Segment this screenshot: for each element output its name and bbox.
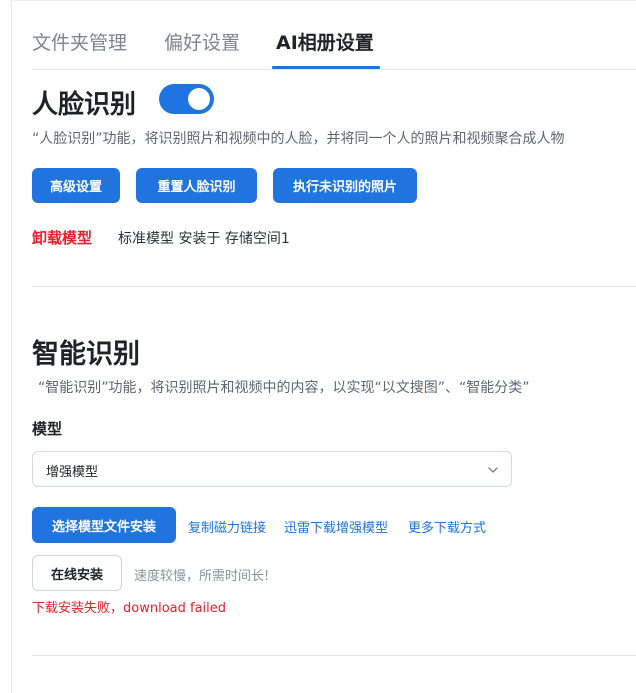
smart-recognition-description: “智能识别”功能，将识别照片和视频中的内容，以实现“以文搜图”、“智能分类” — [38, 380, 530, 396]
tab-preferences[interactable]: 偏好设置 — [164, 28, 240, 55]
thunder-download-link[interactable]: 迅雷下载增强模型 — [284, 517, 388, 536]
settings-tabs: 文件夹管理 偏好设置 AI相册设置 — [32, 0, 636, 69]
reset-face-recognition-button[interactable]: 重置人脸识别 — [136, 168, 257, 203]
more-download-options-link[interactable]: 更多下载方式 — [408, 517, 486, 536]
run-unrecognized-photos-button[interactable]: 执行未识别的照片 — [273, 168, 417, 203]
face-recognition-toggle[interactable] — [159, 84, 214, 114]
tab-ai-album-settings[interactable]: AI相册设置 — [276, 28, 374, 55]
section-divider-bottom — [32, 655, 636, 656]
installed-model-info: 标准模型 安装于 存储空间1 — [118, 231, 290, 247]
chevron-down-icon — [488, 467, 498, 473]
download-error-message: 下载安装失败，download failed — [32, 601, 227, 616]
model-select[interactable]: 增强模型 — [32, 451, 512, 487]
section-divider — [32, 286, 636, 287]
online-install-button[interactable]: 在线安装 — [32, 555, 122, 591]
toggle-knob — [188, 88, 210, 110]
install-model-file-button[interactable]: 选择模型文件安装 — [32, 507, 176, 543]
face-recognition-description: “人脸识别”功能，将识别照片和视频中的人脸，并将同一个人的照片和视频聚合成人物 — [32, 131, 565, 147]
tab-folder-management[interactable]: 文件夹管理 — [32, 28, 127, 55]
advanced-settings-button[interactable]: 高级设置 — [32, 168, 120, 203]
model-label: 模型 — [32, 420, 63, 438]
online-install-hint: 速度较慢，所需时间长! — [134, 569, 270, 584]
uninstall-model-link[interactable]: 卸载模型 — [32, 227, 92, 248]
content-left-border — [11, 0, 12, 693]
model-select-value: 增强模型 — [46, 465, 99, 480]
face-recognition-title: 人脸识别 — [32, 90, 137, 120]
smart-recognition-title: 智能识别 — [32, 339, 140, 370]
copy-magnet-link[interactable]: 复制磁力链接 — [188, 517, 266, 536]
tabs-divider — [32, 69, 636, 70]
